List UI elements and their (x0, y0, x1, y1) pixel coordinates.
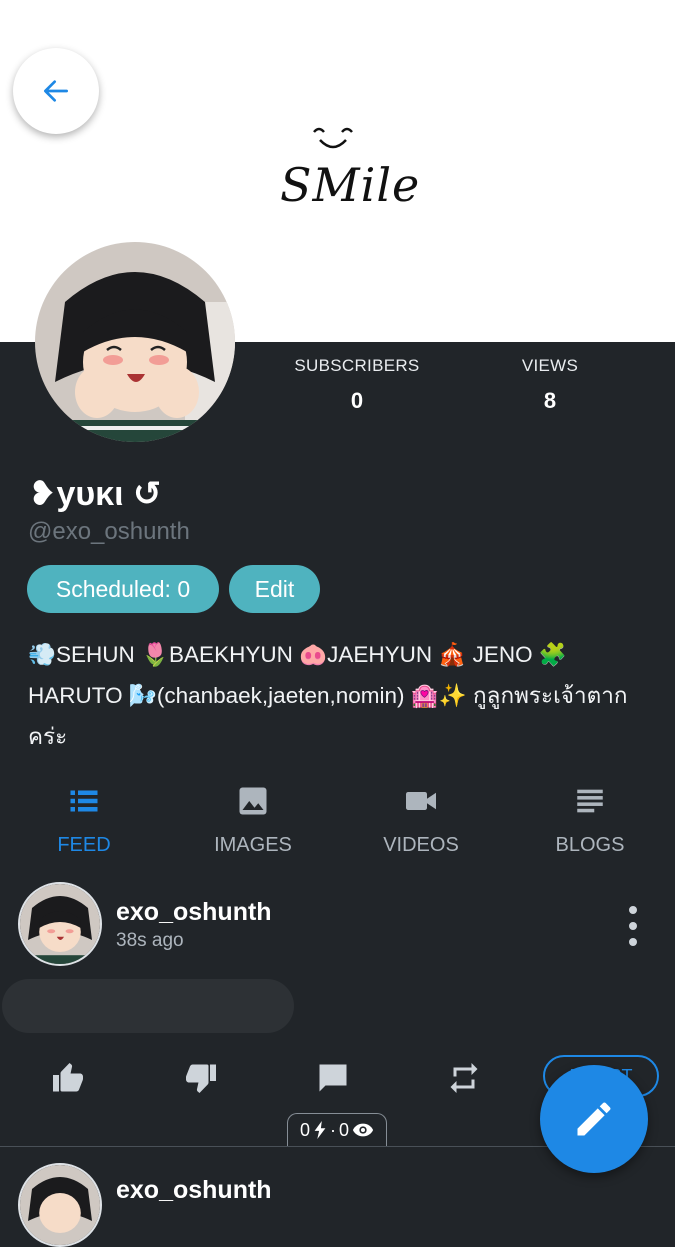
remind-button[interactable] (444, 1058, 484, 1098)
subscribers-stat[interactable]: SUBSCRIBERS 0 (272, 356, 442, 414)
views-stat[interactable]: VIEWS 8 (465, 356, 635, 414)
subscribers-count: 0 (350, 388, 364, 413)
boost-count: 0 (299, 1119, 310, 1140)
banner-art-text: SMile (280, 158, 421, 212)
tab-feed-label: FEED (57, 834, 111, 856)
image-icon (239, 787, 267, 815)
thumbs-down-icon (186, 1064, 216, 1093)
thumbs-down-button[interactable] (181, 1058, 221, 1098)
kebab-dot (629, 922, 637, 930)
profile-handle: @exo_oshunth (28, 518, 190, 545)
view-count: 0 (339, 1119, 350, 1140)
comment-button[interactable] (313, 1058, 353, 1098)
tab-videos[interactable]: VIDEOS (337, 780, 505, 857)
post-author-name[interactable]: exo_oshunth (116, 898, 272, 927)
feed-list-icon (70, 790, 98, 812)
comment-icon (319, 1064, 347, 1092)
video-camera-icon (406, 792, 436, 810)
thumbs-up-icon (53, 1063, 83, 1092)
post-timestamp: 38s ago (116, 930, 184, 951)
separator-dot: · (330, 1119, 336, 1140)
avatar-illustration (35, 242, 235, 442)
blog-lines-icon (577, 789, 603, 813)
lightning-icon (314, 1121, 326, 1139)
tab-blogs-label: BLOGS (555, 834, 625, 856)
scheduled-button[interactable]: Scheduled: 0 (27, 565, 219, 613)
subscribers-label: SUBSCRIBERS (294, 356, 420, 375)
views-count: 8 (543, 388, 557, 413)
pencil-icon (577, 1102, 611, 1136)
avatar-illustration (20, 884, 100, 964)
tab-feed[interactable]: FEED (0, 780, 168, 857)
post-content-placeholder (2, 979, 294, 1033)
post-author-avatar[interactable] (18, 882, 102, 966)
repeat-icon (450, 1063, 478, 1093)
post-author-name[interactable]: exo_oshunth (116, 1176, 272, 1205)
profile-bio: 💨SEHUN 🌷BAEKHYUN 🐽JAEHYUN 🎪 JENO 🧩 HARUT… (28, 642, 628, 749)
kebab-dot (629, 938, 637, 946)
tab-videos-label: VIDEOS (383, 834, 459, 856)
profile-display-name: ❥yᴜᴋι ↺ (28, 475, 162, 513)
post-author-avatar[interactable] (18, 1163, 102, 1247)
post-metrics-counter: 0 · 0 (287, 1113, 387, 1146)
tab-blogs[interactable]: BLOGS (506, 780, 674, 857)
kebab-dot (629, 906, 637, 914)
eye-icon (352, 1123, 374, 1137)
profile-tabs: FEED IMAGES VIDEOS BLOGS (0, 780, 675, 860)
arrow-left-icon (44, 80, 68, 102)
avatar-illustration (20, 1165, 100, 1245)
tab-images-label: IMAGES (214, 834, 292, 856)
profile-avatar[interactable] (35, 242, 235, 442)
compose-fab[interactable] (540, 1065, 648, 1173)
back-button[interactable] (13, 48, 99, 134)
thumbs-up-button[interactable] (48, 1058, 88, 1098)
views-label: VIEWS (521, 356, 579, 375)
tab-images[interactable]: IMAGES (169, 780, 337, 857)
post-menu-button[interactable] (620, 906, 646, 946)
edit-profile-button[interactable]: Edit (229, 565, 320, 613)
